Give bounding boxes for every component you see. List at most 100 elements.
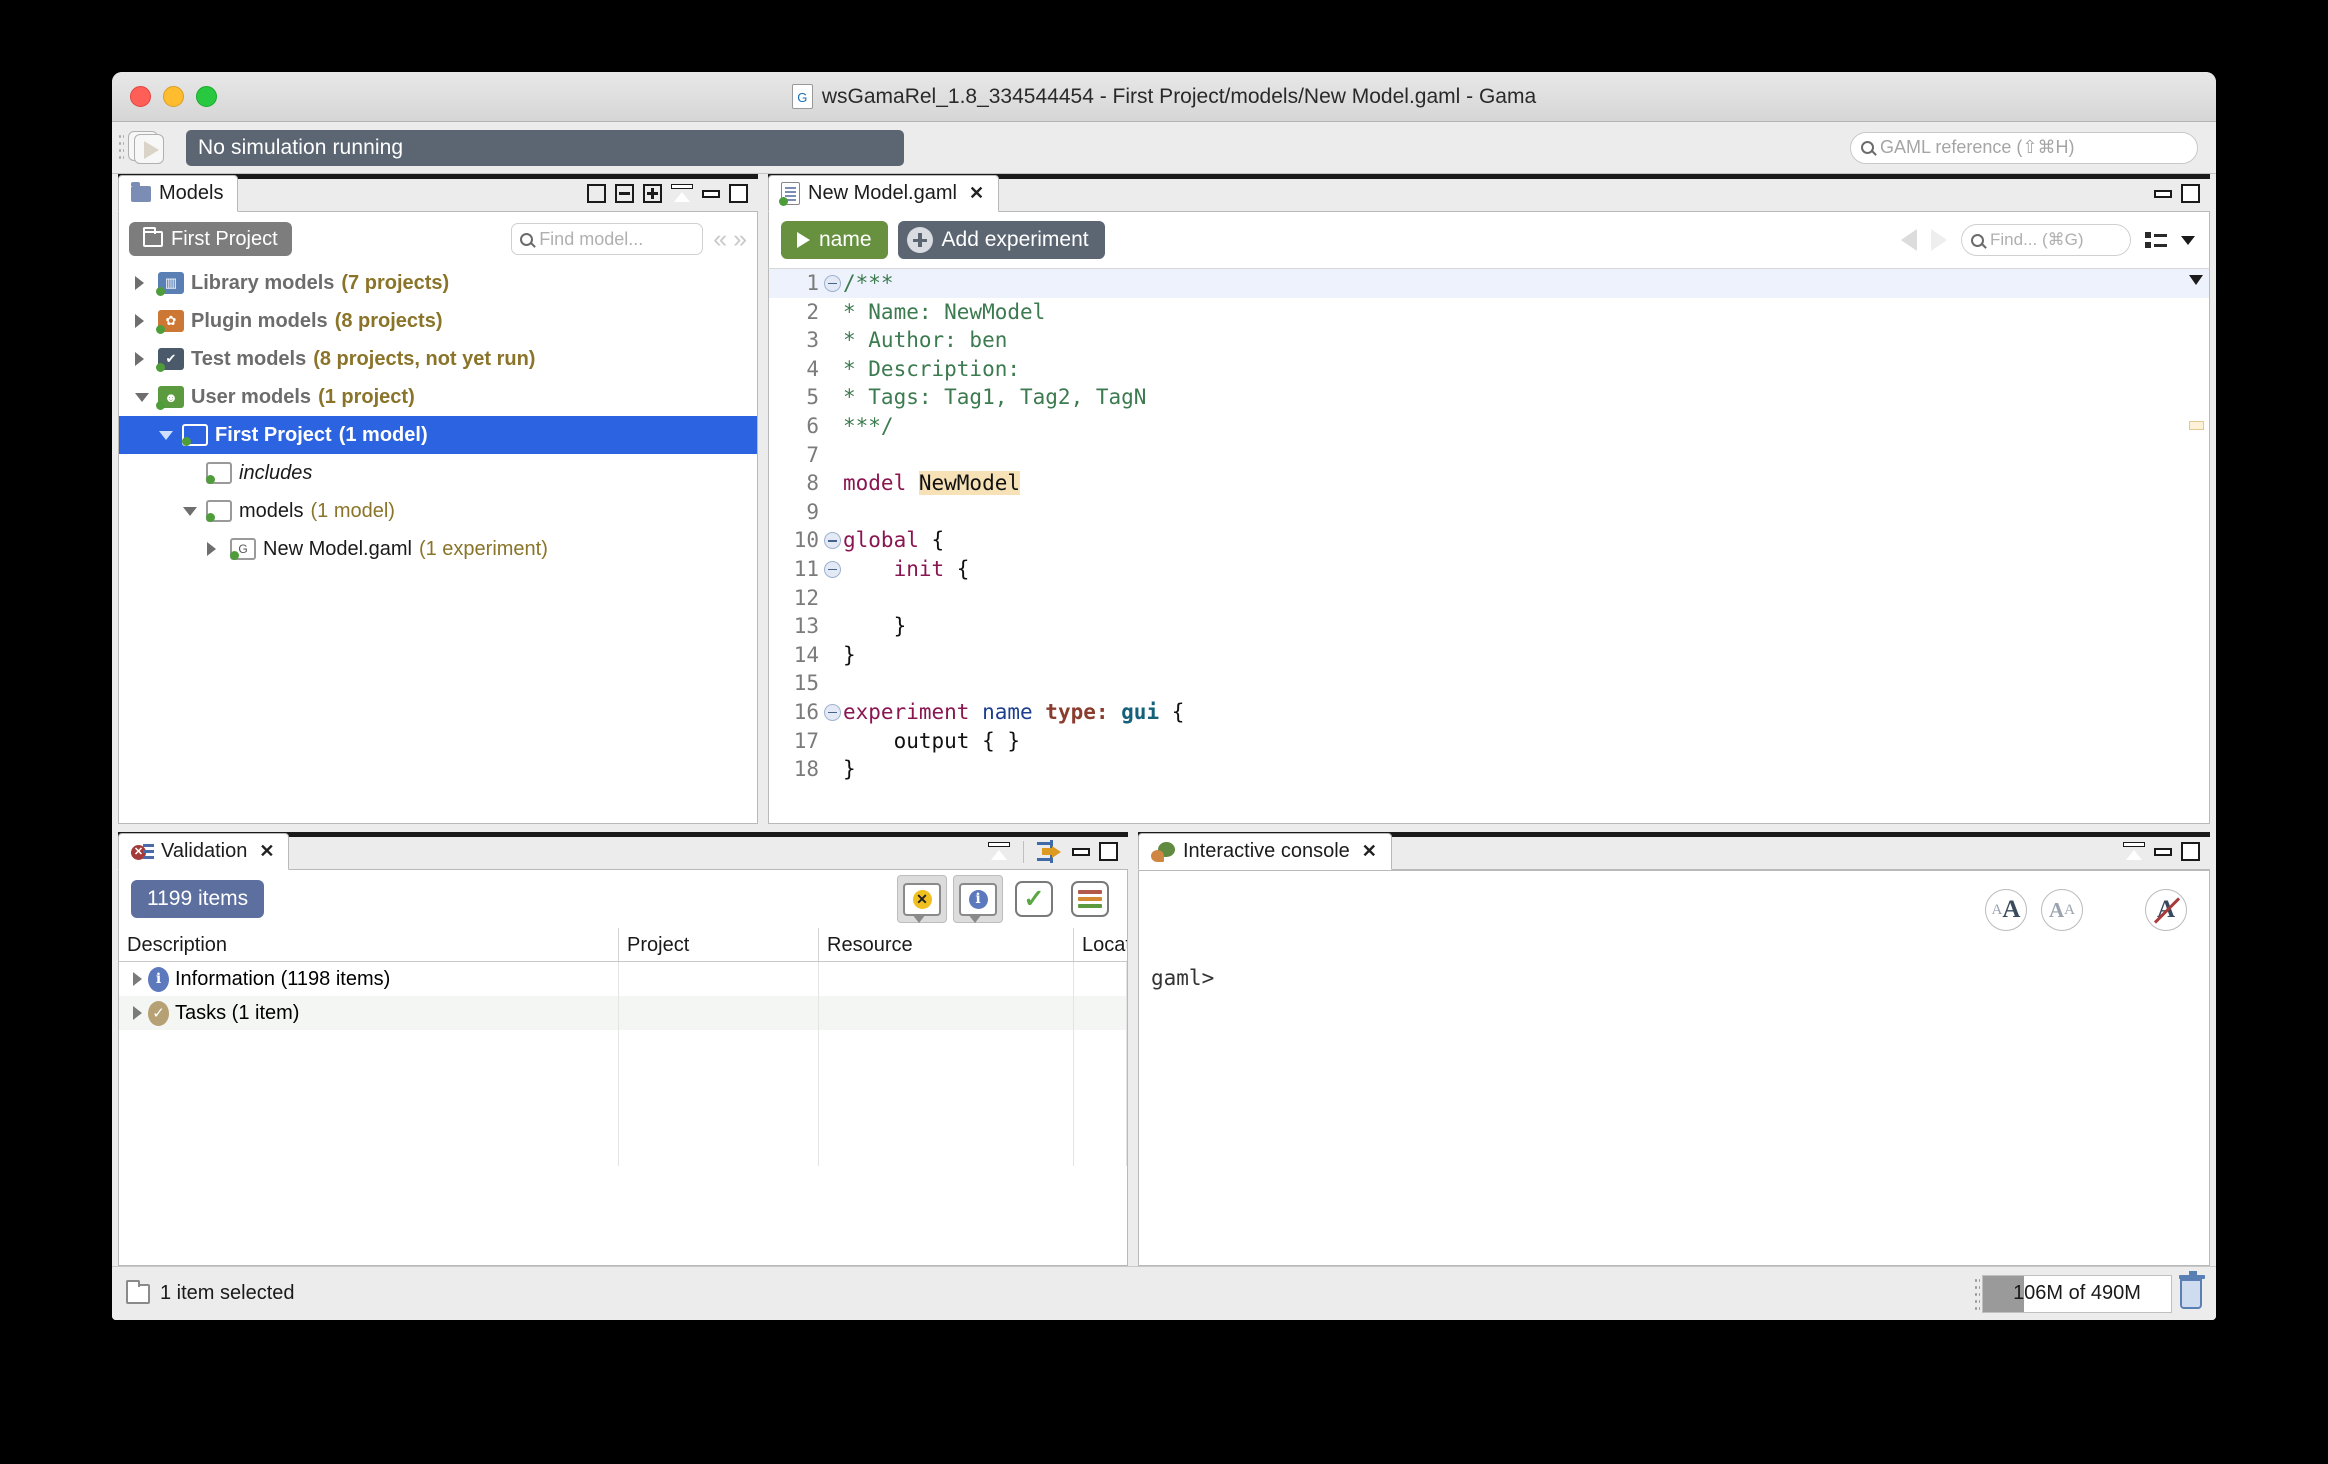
minimize-icon[interactable] [2154,189,2172,198]
show-errors-icon[interactable]: ✕ [897,875,947,923]
code-line[interactable]: 18} [769,755,2209,784]
editor-ruler-marker[interactable] [2189,421,2204,430]
code-line[interactable]: 15 [769,669,2209,698]
outline-list-icon[interactable] [2145,231,2167,249]
maximize-icon[interactable] [729,184,748,203]
tree-item[interactable]: First Project (1 model) [119,416,757,454]
model-nav-arrows[interactable]: « » [713,226,747,252]
run-experiment-button[interactable]: name [781,221,888,259]
code-line[interactable]: 6 ***/ [769,412,2209,441]
history-icon[interactable] [587,184,606,203]
code-line[interactable]: 10 global { [769,526,2209,555]
code-line[interactable]: 11 init { [769,555,2209,584]
models-panel-toolbar [579,182,758,212]
tree-item[interactable]: ✿ Plugin models (8 projects) [119,302,757,340]
add-experiment-button[interactable]: Add experiment [897,221,1105,259]
minimize-icon[interactable] [702,189,720,198]
code-line[interactable]: 4 * Description: [769,355,2209,384]
expand-all-icon[interactable] [643,184,662,203]
tab-interactive-console[interactable]: Interactive console ✕ [1138,833,1392,870]
code-line[interactable]: 12 [769,584,2209,613]
chevron-right-icon[interactable] [133,972,142,986]
chevron-right-icon[interactable] [207,542,216,556]
back-arrow-icon[interactable] [1901,229,1917,251]
validation-table[interactable]: DescriptionProjectResourceLocation⌃ i Inf… [118,928,1128,1266]
column-header[interactable]: Description [119,928,619,961]
find-model-input[interactable]: Find model... [511,223,704,255]
fold-collapse-icon[interactable] [821,560,843,578]
tree-item-count: (1 model) [310,499,395,522]
minimize-icon[interactable] [2154,847,2172,856]
code-line[interactable]: 1 /*** [769,269,2209,298]
close-tab-icon[interactable]: ✕ [1362,841,1377,862]
code-line[interactable]: 5 * Tags: Tag1, Tag2, TagN [769,383,2209,412]
collapse-panel-icon[interactable] [671,184,693,203]
maximize-icon[interactable] [2181,842,2200,861]
chevron-right-icon[interactable] [135,352,144,366]
gaml-reference-search[interactable]: GAML reference (⇧⌘H) [1850,131,2198,164]
tree-item[interactable]: ✔ Test models (8 projects, not yet run) [119,340,757,378]
chevron-down-icon[interactable] [159,430,173,440]
tree-item[interactable]: includes [119,454,757,492]
reset-font-icon[interactable]: A [2145,889,2187,931]
project-chip[interactable]: First Project [129,222,292,256]
chevron-right-icon[interactable] [135,276,144,290]
run-experiment-icon[interactable] [128,129,170,167]
tab-validation[interactable]: ✕ Validation ✕ [118,833,290,870]
code-line[interactable]: 3 * Author: ben [769,326,2209,355]
nav-prev-icon[interactable]: « [713,226,727,252]
find-input[interactable]: Find... (⌘G) [1961,224,2131,256]
column-header[interactable]: Resource [819,928,1074,961]
tab-interactive-console-label: Interactive console [1183,840,1350,862]
toolbar-grip[interactable] [118,132,124,163]
memory-bar: 106M of 490M [1982,1274,2172,1313]
tree-item[interactable]: models (1 model) [119,492,757,530]
filters-icon[interactable] [1065,875,1115,923]
maximize-icon[interactable] [2181,184,2200,203]
table-row[interactable]: i Information (1198 items) [119,962,1127,996]
code-line[interactable]: 7 [769,441,2209,470]
fold-collapse-icon[interactable] [821,274,843,292]
column-header[interactable]: Location⌃ [1074,928,1127,961]
code-text: } [843,757,856,782]
fold-collapse-icon[interactable] [821,703,843,721]
code-editor[interactable]: 1 /*** 2 * Name: NewModel 3 * Author: ben 4 * D… [768,268,2210,824]
tree-item[interactable]: ▥ Library models (7 projects) [119,264,757,302]
nav-next-icon[interactable]: » [733,226,747,252]
forward-arrow-icon[interactable] [1931,229,1947,251]
console-body[interactable]: AA AA A gaml> [1138,870,2210,1266]
code-line[interactable]: 8 model NewModel [769,469,2209,498]
increase-font-icon[interactable]: AA [1985,889,2027,931]
collapse-panel-icon[interactable] [988,842,1010,861]
garbage-collect-icon[interactable] [2179,1270,2205,1309]
collapse-panel-icon[interactable] [2123,842,2145,861]
tree-item[interactable]: G New Model.gaml (1 experiment) [119,530,757,568]
code-line[interactable]: 9 [769,498,2209,527]
tab-new-model-gaml[interactable]: New Model.gaml ✕ [768,175,1000,212]
collapse-all-icon[interactable] [615,184,634,203]
code-line[interactable]: 16 experiment name type: gui { [769,698,2209,727]
chevron-down-icon[interactable] [183,506,197,516]
tab-models[interactable]: Models [118,175,239,212]
chevron-right-icon[interactable] [135,314,144,328]
validate-icon[interactable]: ✓ [1009,875,1059,923]
show-infos-icon[interactable]: i [953,875,1003,923]
code-line[interactable]: 14} [769,641,2209,670]
close-tab-icon[interactable]: ✕ [259,841,274,862]
column-header[interactable]: Project [619,928,819,961]
link-editor-icon[interactable] [1037,839,1063,863]
code-line[interactable]: 17 output { } [769,727,2209,756]
chevron-down-icon[interactable] [135,392,149,402]
status-grip[interactable] [1974,1276,1980,1311]
minimize-icon[interactable] [1072,847,1090,856]
fold-collapse-icon[interactable] [821,532,843,550]
tree-item[interactable]: ☻ User models (1 project) [119,378,757,416]
decrease-font-icon[interactable]: AA [2041,889,2083,931]
chevron-right-icon[interactable] [133,1006,142,1020]
chevron-down-icon[interactable] [2181,235,2195,245]
code-line[interactable]: 2 * Name: NewModel [769,298,2209,327]
code-line[interactable]: 13 } [769,612,2209,641]
close-tab-icon[interactable]: ✕ [969,183,984,204]
table-row[interactable]: ✓ Tasks (1 item) [119,996,1127,1030]
maximize-icon[interactable] [1099,842,1118,861]
